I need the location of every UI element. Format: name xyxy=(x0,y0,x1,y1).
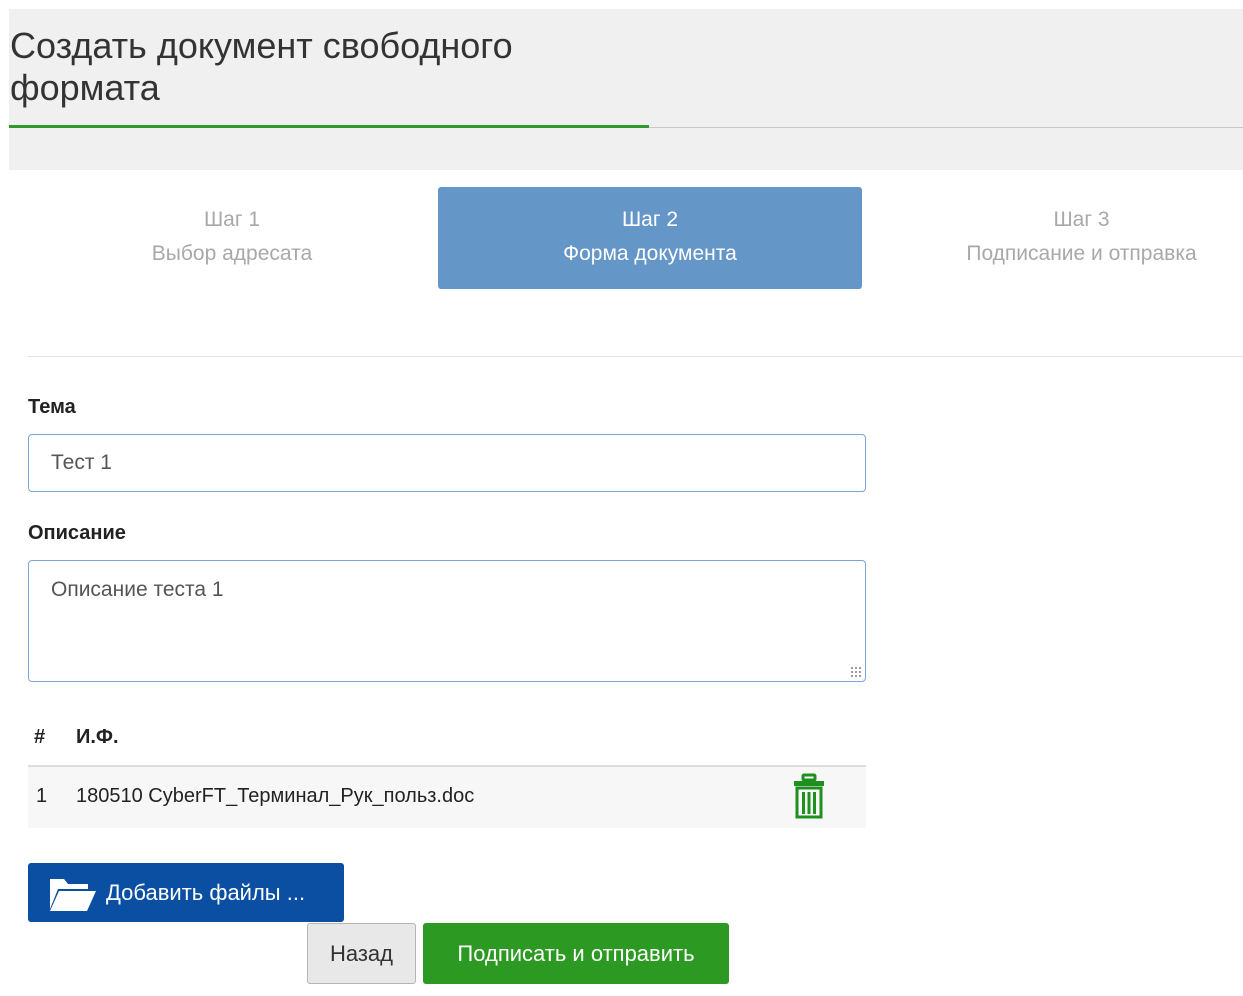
page-header: Создать документ свободного формата xyxy=(9,9,1243,127)
step-1[interactable]: Шаг 1 Выбор адресата xyxy=(28,187,436,289)
sign-and-send-button[interactable]: Подписать и отправить xyxy=(423,923,729,984)
step-2[interactable]: Шаг 2 Форма документа xyxy=(438,187,862,289)
description-value: Описание теста 1 xyxy=(51,578,224,601)
step-1-number: Шаг 1 xyxy=(203,208,261,231)
folder-open-icon xyxy=(48,873,98,919)
back-button[interactable]: Назад xyxy=(307,923,416,984)
step-3-number: Шаг 3 xyxy=(1053,208,1110,231)
description-label: Описание xyxy=(28,522,126,544)
add-files-button[interactable]: Добавить файлы ... xyxy=(28,863,344,922)
table-header-name: И.Ф. xyxy=(76,726,119,748)
add-files-label: Добавить файлы ... xyxy=(106,880,306,905)
subject-input[interactable]: Тест 1 xyxy=(28,434,866,492)
subject-value: Тест 1 xyxy=(51,451,112,474)
header-gap xyxy=(9,128,1243,170)
resize-handle-icon[interactable] xyxy=(850,666,862,678)
table-header-index: # xyxy=(34,726,46,748)
trash-icon[interactable] xyxy=(792,773,826,821)
section-divider xyxy=(28,356,1243,357)
subject-label: Тема xyxy=(28,396,76,418)
step-2-title: Форма документа xyxy=(563,242,737,265)
page-title: Создать документ свободного формата xyxy=(10,25,513,108)
step-2-number: Шаг 2 xyxy=(621,208,679,231)
step-3[interactable]: Шаг 3 Подписание и отправка xyxy=(920,187,1243,289)
table-row: 1 180510 CyberFT_Терминал_Рук_польз.doc xyxy=(28,767,866,828)
step-3-title: Подписание и отправка xyxy=(966,242,1197,265)
row-file-name: 180510 CyberFT_Терминал_Рук_польз.doc xyxy=(76,785,475,807)
description-textarea[interactable]: Описание теста 1 xyxy=(28,560,866,682)
step-1-title: Выбор адресата xyxy=(151,242,313,265)
row-index: 1 xyxy=(36,785,48,807)
